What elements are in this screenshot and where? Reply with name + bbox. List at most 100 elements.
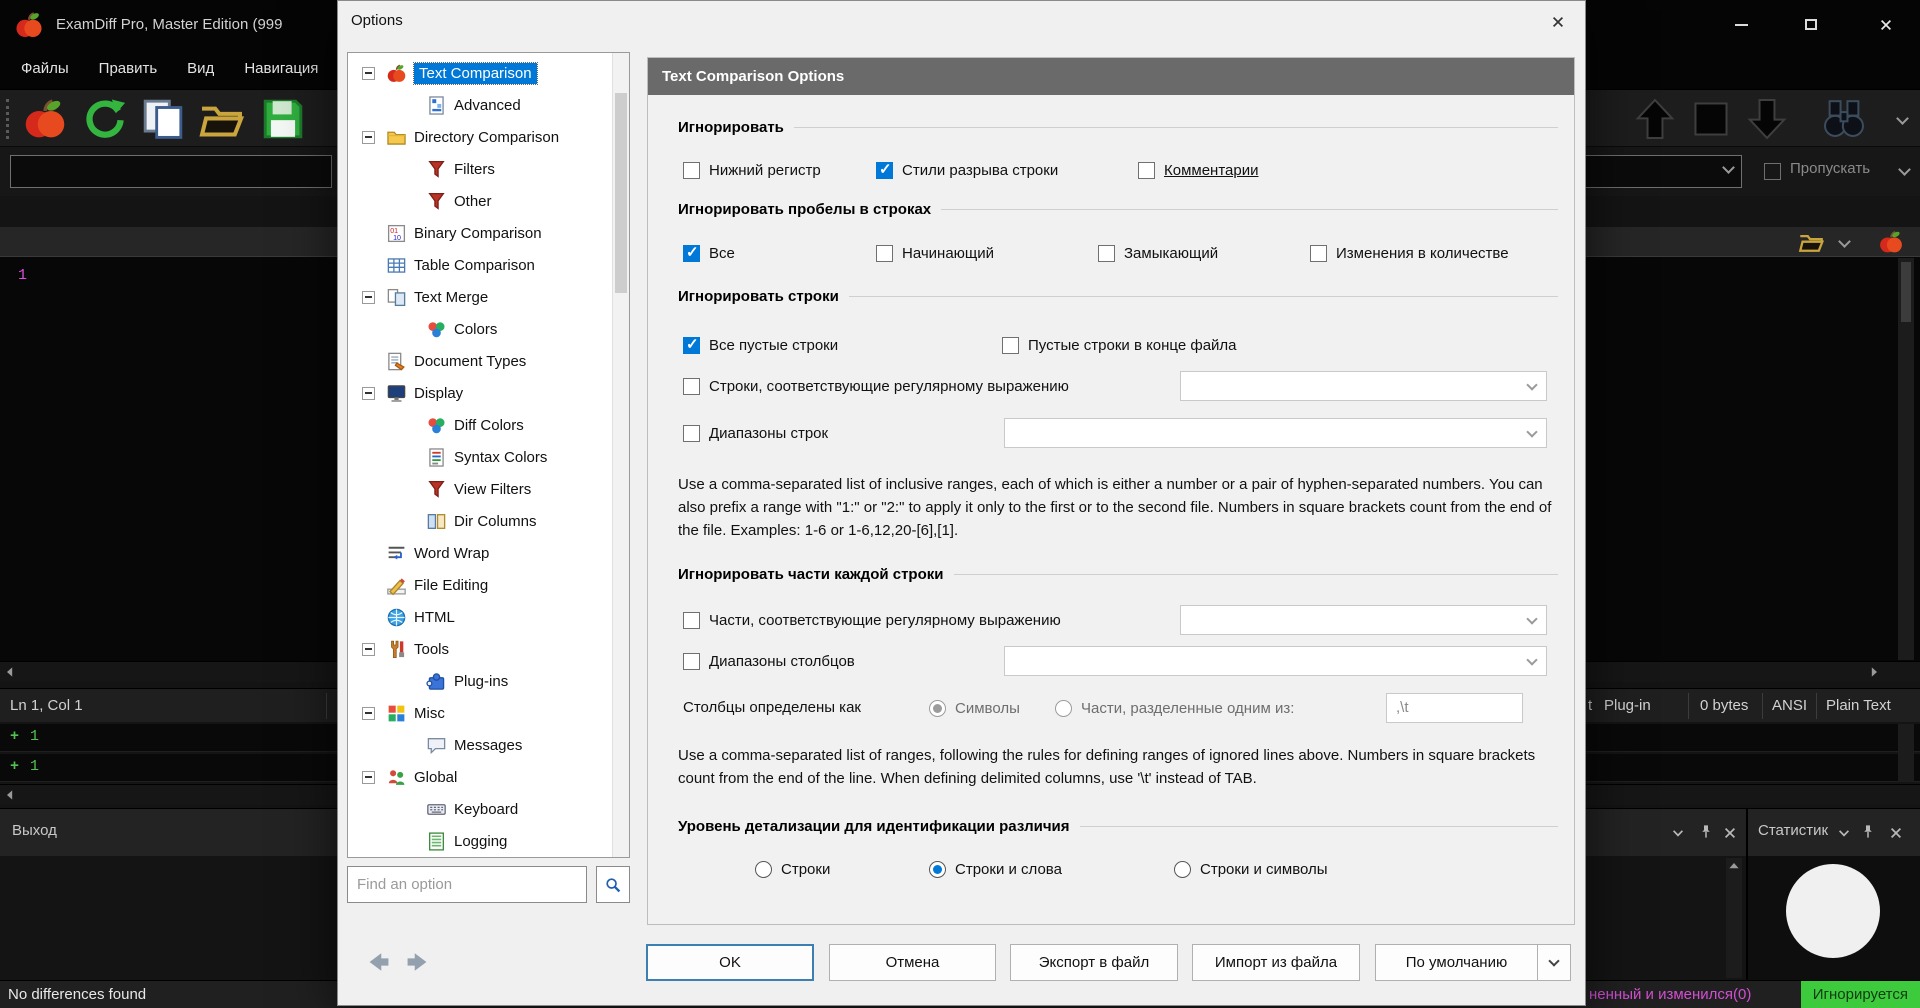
radio-circle[interactable] bbox=[755, 861, 772, 878]
toolbar-grip[interactable] bbox=[6, 99, 9, 139]
recompare-apple-icon[interactable] bbox=[1878, 229, 1904, 255]
tree-item-table-comparison[interactable]: Table Comparison bbox=[350, 249, 611, 281]
folder-options-icon[interactable] bbox=[1798, 229, 1824, 255]
tree-item-view-filters[interactable]: View Filters bbox=[350, 473, 611, 505]
tree-item-word-wrap[interactable]: Word Wrap bbox=[350, 537, 611, 569]
defaults-dropdown[interactable] bbox=[1538, 961, 1570, 965]
granularity-lines-radio[interactable]: Строки bbox=[755, 854, 830, 884]
menu-files[interactable]: Файлы bbox=[6, 49, 84, 89]
defaults-button[interactable]: По умолчанию bbox=[1375, 944, 1571, 981]
tree-item-display[interactable]: Display bbox=[350, 377, 611, 409]
minimize-button[interactable] bbox=[1712, 0, 1770, 49]
radio-circle[interactable] bbox=[1174, 861, 1191, 878]
column-ranges-combo[interactable] bbox=[1004, 646, 1547, 676]
tree-collapse-toggle[interactable] bbox=[362, 67, 375, 80]
checkbox-box[interactable] bbox=[683, 425, 700, 442]
parts-regex-checkbox[interactable]: Части, соответствующие регулярному выраж… bbox=[683, 605, 1061, 635]
cancel-button[interactable]: Отмена bbox=[829, 944, 996, 981]
checkbox-box[interactable] bbox=[683, 378, 700, 395]
copy-button[interactable] bbox=[140, 96, 186, 142]
import-button[interactable]: Импорт из файла bbox=[1192, 944, 1360, 981]
output-close-icon[interactable] bbox=[1722, 825, 1738, 841]
checkbox-box[interactable] bbox=[1138, 162, 1155, 179]
tree-scrollbar[interactable] bbox=[612, 53, 629, 857]
lines-regex-combo[interactable] bbox=[1180, 371, 1547, 401]
amount-changes-checkbox[interactable]: Изменения в количестве bbox=[1310, 238, 1509, 268]
tree-item-tools[interactable]: Tools bbox=[350, 633, 611, 665]
scroll-up-icon[interactable] bbox=[1726, 858, 1742, 874]
back-button[interactable] bbox=[364, 949, 394, 975]
search-button[interactable] bbox=[596, 866, 630, 903]
tree-collapse-toggle[interactable] bbox=[362, 643, 375, 656]
stats-pin-icon[interactable] bbox=[1860, 824, 1876, 840]
forward-button[interactable] bbox=[402, 949, 432, 975]
checkbox-box[interactable] bbox=[1002, 337, 1019, 354]
linebreak-style-checkbox[interactable]: Стили разрыва строки bbox=[876, 155, 1058, 185]
output-pin-icon[interactable] bbox=[1698, 824, 1714, 840]
restore-button[interactable] bbox=[1782, 0, 1840, 49]
export-button[interactable]: Экспорт в файл bbox=[1010, 944, 1178, 981]
compare-button[interactable] bbox=[22, 96, 68, 142]
tree-item-syntax-colors[interactable]: Syntax Colors bbox=[350, 441, 611, 473]
all-empty-lines-checkbox[interactable]: Все пустые строки bbox=[683, 330, 838, 360]
lines-regex-checkbox[interactable]: Строки, соответствующие регулярному выра… bbox=[683, 371, 1069, 401]
checkbox-box[interactable] bbox=[683, 162, 700, 179]
tree-item-binary-comparison[interactable]: 0110Binary Comparison bbox=[350, 217, 611, 249]
granularity-words-radio[interactable]: Строки и слова bbox=[929, 854, 1062, 884]
save-button[interactable] bbox=[260, 96, 306, 142]
line-ranges-checkbox[interactable]: Диапазоны строк bbox=[683, 418, 828, 448]
checkbox-box[interactable] bbox=[683, 337, 700, 354]
menu-navigation[interactable]: Навигация bbox=[229, 49, 333, 89]
tree-item-colors[interactable]: Colors bbox=[350, 313, 611, 345]
checkbox-box[interactable] bbox=[1098, 245, 1115, 262]
tree-item-html[interactable]: HTML bbox=[350, 601, 611, 633]
toolbar-overflow-chevron[interactable] bbox=[1896, 112, 1909, 125]
tree-item-keyboard[interactable]: Keyboard bbox=[350, 793, 611, 825]
editor-vscrollbar[interactable] bbox=[1898, 258, 1914, 660]
line-ranges-combo[interactable] bbox=[1004, 418, 1547, 448]
dialog-close-button[interactable] bbox=[1539, 7, 1577, 37]
stats-close-icon[interactable] bbox=[1888, 825, 1904, 841]
checkbox-box[interactable] bbox=[683, 612, 700, 629]
tree-item-text-merge[interactable]: Text Merge bbox=[350, 281, 611, 313]
checkbox-box[interactable] bbox=[876, 162, 893, 179]
radio-circle[interactable] bbox=[929, 700, 946, 717]
tree-collapse-toggle[interactable] bbox=[362, 131, 375, 144]
scroll-left-icon[interactable] bbox=[2, 787, 18, 803]
tree-item-global[interactable]: Global bbox=[350, 761, 611, 793]
menu-edit[interactable]: Править bbox=[84, 49, 173, 89]
scrollbar-thumb[interactable] bbox=[615, 93, 627, 293]
row-overflow-chevron[interactable] bbox=[1898, 163, 1911, 176]
column-ranges-checkbox[interactable]: Диапазоны столбцов bbox=[683, 646, 855, 676]
tree-item-other[interactable]: Other bbox=[350, 185, 611, 217]
combo-chevron-icon[interactable] bbox=[1722, 161, 1735, 174]
radio-circle[interactable] bbox=[1055, 700, 1072, 717]
tree-item-file-editing[interactable]: File Editing bbox=[350, 569, 611, 601]
checkbox-box[interactable] bbox=[1310, 245, 1327, 262]
checkbox-box[interactable] bbox=[683, 245, 700, 262]
left-file-path-input[interactable] bbox=[10, 155, 332, 188]
radio-circle[interactable] bbox=[929, 861, 946, 878]
recompare-button[interactable] bbox=[82, 96, 128, 142]
merge-vscrollbar[interactable] bbox=[1898, 724, 1914, 782]
tree-item-filters[interactable]: Filters bbox=[350, 153, 611, 185]
tree-collapse-toggle[interactable] bbox=[362, 707, 375, 720]
leading-spaces-checkbox[interactable]: Начинающий bbox=[876, 238, 994, 268]
scroll-left-icon[interactable] bbox=[2, 664, 18, 680]
trailing-empty-lines-checkbox[interactable]: Пустые строки в конце файла bbox=[1002, 330, 1237, 360]
tree-item-messages[interactable]: Messages bbox=[350, 729, 611, 761]
tree-item-document-types[interactable]: Document Types bbox=[350, 345, 611, 377]
tree-item-directory-comparison[interactable]: Directory Comparison bbox=[350, 121, 611, 153]
tree-item-misc[interactable]: Misc bbox=[350, 697, 611, 729]
stats-dropdown-chevron[interactable] bbox=[1836, 825, 1852, 841]
tree-item-logging[interactable]: Logging bbox=[350, 825, 611, 855]
skip-checkbox[interactable] bbox=[1764, 163, 1781, 180]
lowercase-checkbox[interactable]: Нижний регистр bbox=[683, 155, 821, 185]
delimiters-input[interactable]: ,\t bbox=[1386, 693, 1523, 723]
ok-button[interactable]: OK bbox=[646, 944, 814, 981]
scrollbar-thumb[interactable] bbox=[1901, 262, 1911, 322]
parts-regex-combo[interactable] bbox=[1180, 605, 1547, 635]
granularity-chars-radio[interactable]: Строки и символы bbox=[1174, 854, 1328, 884]
prev-diff-button[interactable] bbox=[1632, 96, 1678, 142]
scroll-right-icon[interactable] bbox=[1866, 664, 1882, 680]
